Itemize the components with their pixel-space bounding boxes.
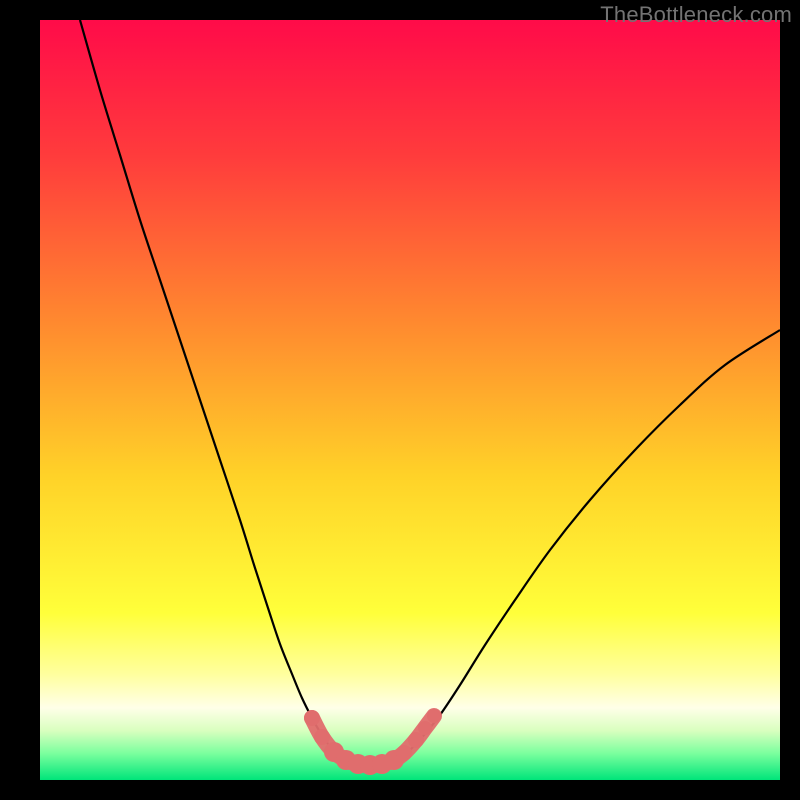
gradient-background xyxy=(40,20,780,780)
plot-area xyxy=(40,20,780,780)
data-marker xyxy=(408,732,424,748)
data-marker xyxy=(396,745,412,761)
chart-frame: TheBottleneck.com xyxy=(0,0,800,800)
data-marker xyxy=(427,709,441,723)
data-marker xyxy=(418,721,432,735)
watermark-label: TheBottleneck.com xyxy=(600,2,792,28)
data-marker xyxy=(304,710,320,726)
chart-svg xyxy=(40,20,780,780)
data-marker xyxy=(314,729,330,745)
